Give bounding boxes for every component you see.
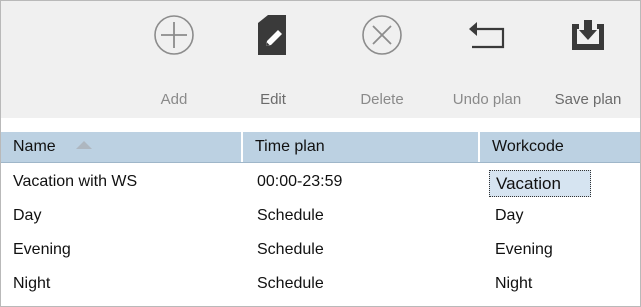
save-plan-label: Save plan <box>554 91 622 108</box>
table-row[interactable]: Evening Schedule Evening <box>1 233 640 267</box>
save-tray-icon <box>539 13 637 57</box>
row-time-plan-cell: Schedule <box>257 241 324 258</box>
table-row[interactable]: Day Schedule Day <box>1 199 640 233</box>
row-time-plan-cell: 00:00-23:59 <box>257 173 343 190</box>
edit-button[interactable]: Edit <box>245 1 301 118</box>
row-time-plan-cell: Schedule <box>257 275 324 292</box>
column-header-workcode-label: Workcode <box>492 138 564 155</box>
add-button[interactable]: Add <box>141 1 207 118</box>
row-name-cell: Evening <box>13 241 71 258</box>
edit-label: Edit <box>260 91 286 108</box>
row-name-cell: Vacation with WS <box>13 173 138 190</box>
add-circle-icon <box>141 13 207 57</box>
row-time-plan-cell: Schedule <box>257 207 324 224</box>
row-name-cell: Day <box>13 207 42 224</box>
undo-arrow-icon <box>434 13 540 57</box>
column-header-workcode[interactable]: Workcode <box>480 132 640 162</box>
table-row[interactable]: Night Schedule Night <box>1 267 640 301</box>
row-workcode-cell: Night <box>495 275 533 292</box>
row-workcode-cell-selected[interactable]: Vacation <box>489 170 591 197</box>
column-header-name-label: Name <box>13 138 56 155</box>
row-workcode-cell: Day <box>495 207 524 224</box>
undo-plan-label: Undo plan <box>452 91 522 108</box>
column-header-time-plan-label: Time plan <box>255 138 325 155</box>
table-row[interactable]: Vacation with WS 00:00-23:59 Vacation <box>1 165 640 199</box>
row-name-cell: Night <box>13 275 51 292</box>
row-workcode-cell: Evening <box>495 241 553 258</box>
add-label: Add <box>160 91 188 108</box>
delete-label: Delete <box>360 91 404 108</box>
save-plan-button[interactable]: Save plan <box>539 1 637 118</box>
delete-circle-icon <box>345 13 419 57</box>
toolbar: Add Edit Delete Undo plan Save plan <box>1 1 640 118</box>
undo-plan-button[interactable]: Undo plan <box>434 1 540 118</box>
delete-button[interactable]: Delete <box>345 1 419 118</box>
column-header-time-plan[interactable]: Time plan <box>243 132 480 162</box>
table-header: Name Time plan Workcode <box>1 132 640 163</box>
plan-table: Name Time plan Workcode Vacation with WS… <box>1 118 640 306</box>
column-header-name[interactable]: Name <box>1 132 243 162</box>
sort-ascending-icon <box>76 140 93 149</box>
edit-icon <box>245 13 301 57</box>
